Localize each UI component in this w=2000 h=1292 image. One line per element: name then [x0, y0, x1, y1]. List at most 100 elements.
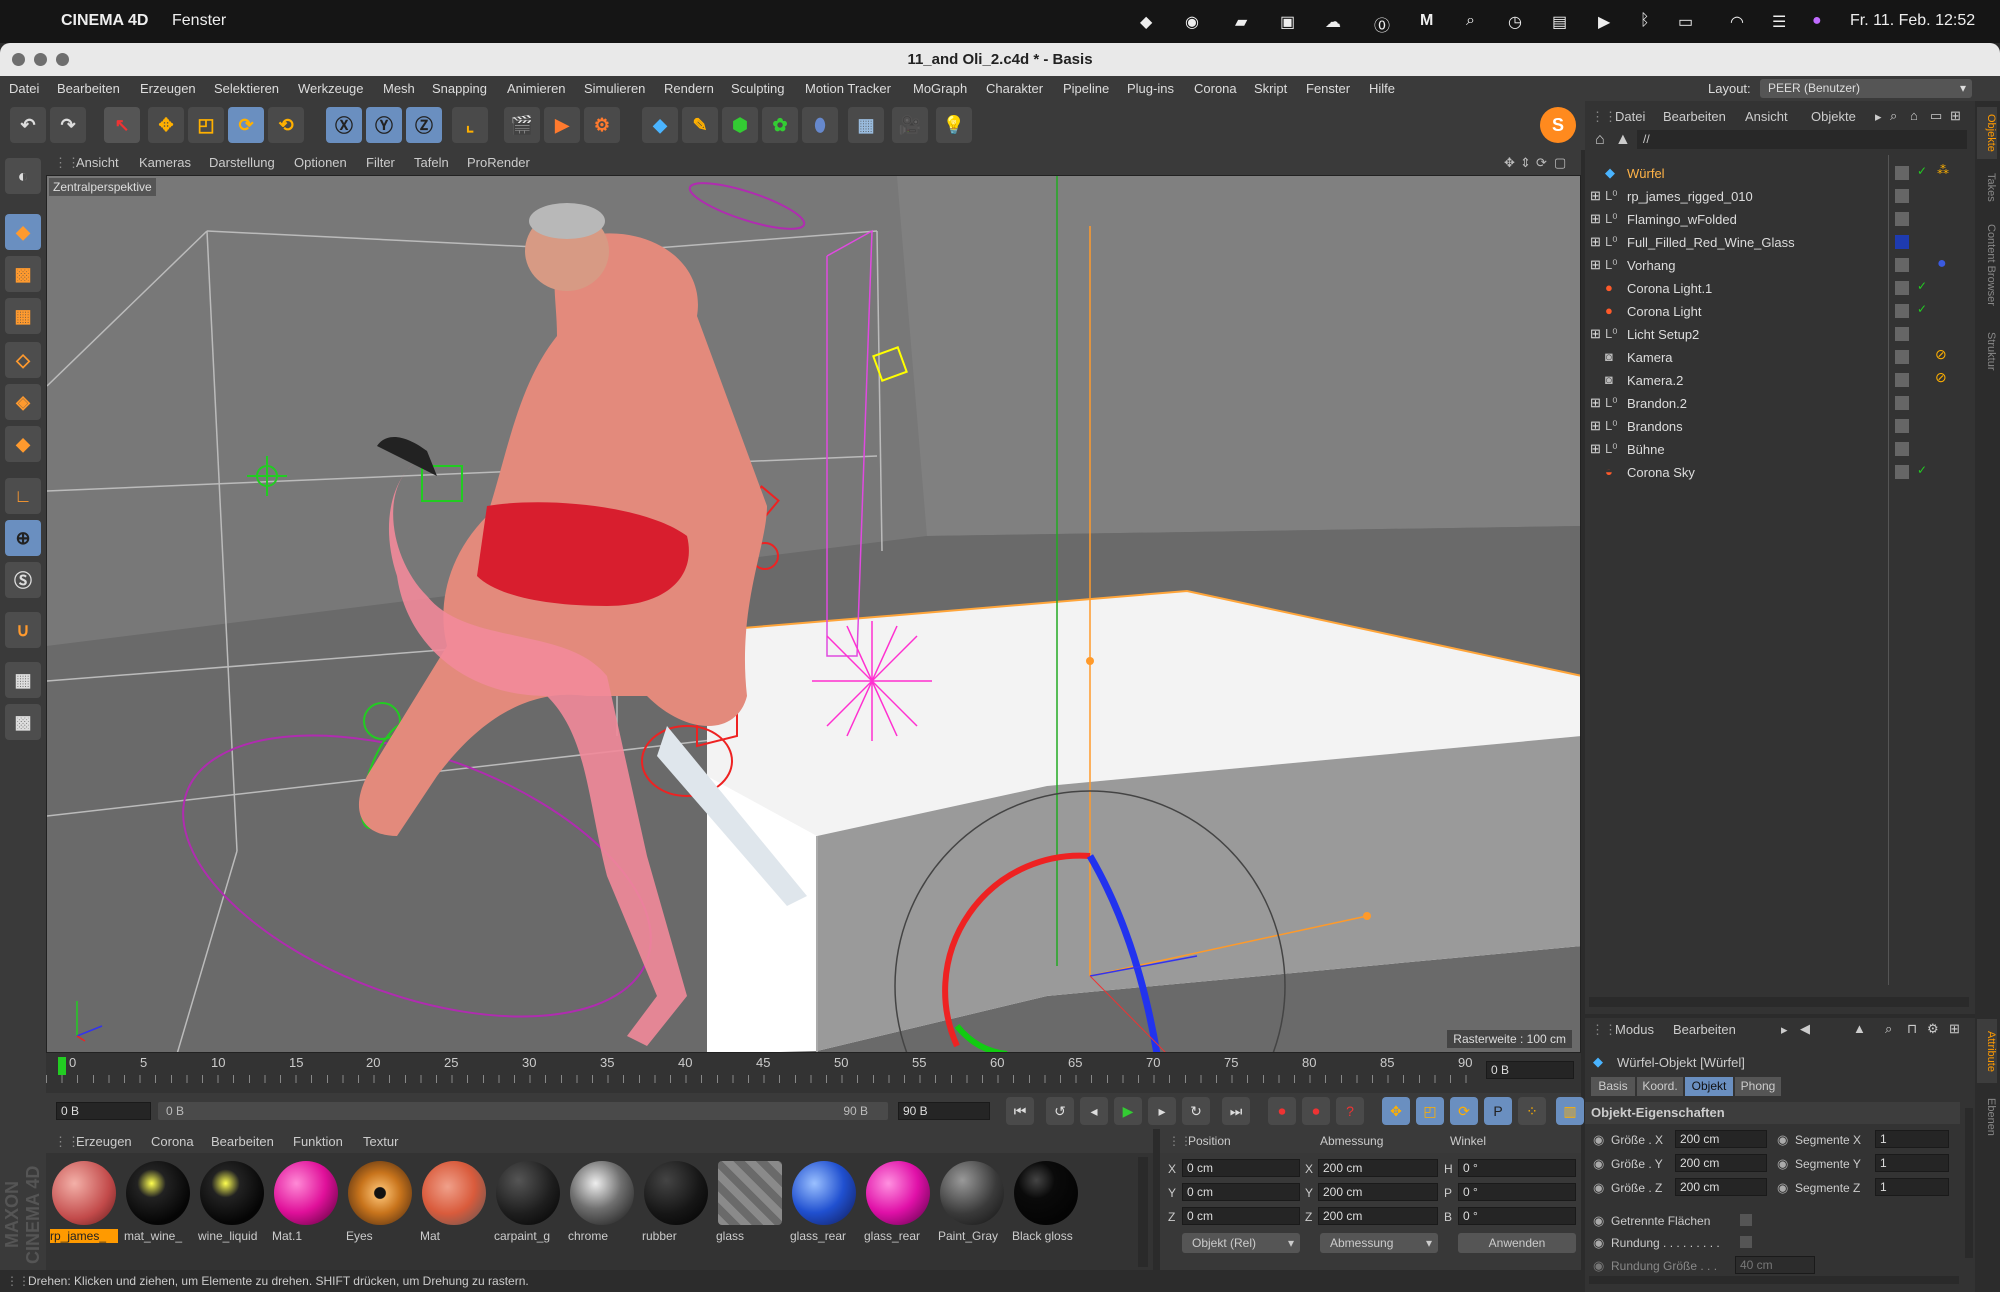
tab-attribute[interactable]: Attribute — [1977, 1019, 1997, 1083]
axis-mode-icon[interactable]: ∟ — [5, 478, 41, 514]
key-rotation-icon[interactable]: ⟳ — [1450, 1097, 1478, 1125]
up-arrow-icon[interactable]: ▲ — [1615, 131, 1631, 149]
radio-icon[interactable]: ◉ — [1593, 1132, 1604, 1148]
tab-objekte[interactable]: Objekte — [1977, 107, 1997, 159]
spline-pen-icon[interactable]: ✎ — [682, 107, 718, 143]
obj-menu-ansicht[interactable]: Ansicht — [1745, 109, 1788, 124]
snap-magnet-icon[interactable]: ∪ — [5, 612, 41, 648]
check-icon[interactable]: ✓ — [1917, 302, 1927, 316]
move-tool-button[interactable]: ✥ — [148, 107, 184, 143]
material-item[interactable]: Eyes — [346, 1159, 414, 1247]
layer-checkbox[interactable] — [1895, 212, 1909, 226]
search-icon[interactable]: ⌕ — [1466, 12, 1475, 30]
radio-icon[interactable]: ◉ — [1593, 1180, 1604, 1196]
layer-checkbox[interactable] — [1895, 419, 1909, 433]
status-icon[interactable]: M — [1420, 12, 1433, 30]
segments-y-attr[interactable]: 1 — [1875, 1154, 1949, 1172]
menu-fenster[interactable]: Fenster — [1306, 81, 1350, 96]
radio-icon[interactable]: ◉ — [1593, 1156, 1604, 1172]
battery-icon[interactable]: ▭ — [1678, 12, 1693, 32]
siri-icon[interactable]: ● — [1812, 12, 1822, 30]
layout-select[interactable]: PEER (Benutzer) ▾ — [1760, 79, 1972, 98]
prev-key-icon[interactable]: ↺ — [1046, 1097, 1074, 1125]
z-axis-button[interactable]: Ⓩ — [406, 107, 442, 143]
vp-menu-filter[interactable]: Filter — [366, 155, 395, 170]
rotation-b-field[interactable]: 0 ° — [1458, 1207, 1576, 1225]
undo-button[interactable]: ↶ — [10, 107, 46, 143]
record-icon[interactable]: ⏺ — [1268, 1097, 1296, 1125]
position-x-field[interactable]: 0 cm — [1182, 1159, 1300, 1177]
filter-icon[interactable]: ▭ — [1930, 108, 1942, 124]
lock-workplane-icon[interactable]: ▦ — [5, 662, 41, 698]
object-row[interactable]: ◒ Corona Sky — [1585, 461, 1890, 484]
material-item[interactable]: wine_liquid — [198, 1159, 266, 1247]
menu-bearbeiten[interactable]: Bearbeiten — [57, 81, 120, 96]
layer-checkbox[interactable] — [1895, 258, 1909, 272]
current-frame-field[interactable]: 0 B — [1486, 1061, 1574, 1079]
time-machine-icon[interactable]: ◷ — [1508, 12, 1522, 32]
object-row[interactable]: ● Corona Light.1 — [1585, 277, 1890, 300]
object-row[interactable]: ⊞ L⁰ Vorhang — [1585, 254, 1890, 277]
tag-icon[interactable]: ⁂ — [1937, 163, 1949, 177]
radio-icon[interactable]: ◉ — [1777, 1156, 1788, 1172]
keyframe-selection-icon[interactable]: ? — [1336, 1097, 1364, 1125]
menu-selektieren[interactable]: Selektieren — [214, 81, 279, 96]
clock[interactable]: Fr. 11. Feb. 12:52 — [1850, 12, 1975, 30]
status-icon[interactable]: ▣ — [1280, 12, 1295, 32]
key-scale-icon[interactable]: ◰ — [1416, 1097, 1444, 1125]
material-scrollbar[interactable] — [1138, 1157, 1148, 1267]
position-z-field[interactable]: 0 cm — [1182, 1207, 1300, 1225]
play-icon[interactable]: ▶ — [1598, 12, 1610, 32]
check-icon[interactable]: ✓ — [1917, 463, 1927, 477]
tab-takes[interactable]: Takes — [1977, 167, 1997, 207]
radio-icon[interactable]: ◉ — [1777, 1180, 1788, 1196]
status-icon[interactable]: ▰ — [1235, 12, 1247, 32]
lock-icon[interactable]: ⊓ — [1907, 1021, 1917, 1037]
material-item[interactable]: Paint_Gray — [938, 1159, 1006, 1247]
expand-icon[interactable]: ⊞ — [1590, 326, 1601, 342]
tab-content-browser[interactable]: Content Browser — [1977, 215, 1997, 315]
3d-viewport[interactable]: Zentralperspektive Rasterweite : 100 cm — [46, 175, 1581, 1053]
cloner-icon[interactable]: ✿ — [762, 107, 798, 143]
vp-menu-tafeln[interactable]: Tafeln — [414, 155, 449, 170]
redo-button[interactable]: ↷ — [50, 107, 86, 143]
object-row[interactable]: ● Corona Light — [1585, 300, 1890, 323]
texture-mode-icon[interactable]: ▩ — [5, 256, 41, 292]
material-item[interactable]: Mat — [420, 1159, 488, 1247]
new-panel-icon[interactable]: ⊞ — [1950, 108, 1961, 124]
layer-checkbox[interactable] — [1895, 189, 1909, 203]
vp-menu-prorender[interactable]: ProRender — [467, 155, 530, 170]
object-row[interactable]: ⊞ L⁰ Brandons — [1585, 415, 1890, 438]
material-item[interactable]: chrome — [568, 1159, 636, 1247]
vp-menu-optionen[interactable]: Optionen — [294, 155, 347, 170]
light-bulb-icon[interactable]: 💡 — [936, 107, 972, 143]
obj-menu-bearbeiten[interactable]: Bearbeiten — [1663, 109, 1726, 124]
workplane-icon[interactable]: ▦ — [5, 298, 41, 334]
expand-icon[interactable]: ⊞ — [1590, 257, 1601, 273]
layer-checkbox[interactable] — [1895, 373, 1909, 387]
playhead[interactable] — [58, 1057, 66, 1075]
coordinate-system-button[interactable]: ⌞ — [452, 107, 488, 143]
chevron-right-icon[interactable]: ▸ — [1781, 1022, 1788, 1038]
scale-tool-button[interactable]: ◰ — [188, 107, 224, 143]
expand-icon[interactable]: ⊞ — [1590, 234, 1601, 250]
menu-animieren[interactable]: Animieren — [507, 81, 566, 96]
vp-menu-darstellung[interactable]: Darstellung — [209, 155, 275, 170]
search-icon[interactable]: ⌕ — [1885, 1021, 1892, 1037]
object-row[interactable]: ◙ Kamera — [1585, 346, 1890, 369]
fillet-checkbox[interactable] — [1740, 1236, 1752, 1248]
material-item[interactable]: glass — [716, 1159, 784, 1247]
protection-tag-icon[interactable]: ⊘ — [1935, 346, 1947, 363]
tab-ebenen[interactable]: Ebenen — [1977, 1091, 1997, 1143]
range-slider[interactable]: 0 B 90 B — [158, 1102, 888, 1120]
key-position-icon[interactable]: ✥ — [1382, 1097, 1410, 1125]
prev-frame-icon[interactable]: ◂ — [1080, 1097, 1108, 1125]
control-center-icon[interactable]: ☰ — [1772, 12, 1786, 32]
layer-checkbox[interactable] — [1895, 350, 1909, 364]
check-icon[interactable]: ✓ — [1917, 279, 1927, 293]
home-icon[interactable]: ⌂ — [1910, 108, 1918, 123]
tab-basis[interactable]: Basis — [1591, 1077, 1635, 1096]
object-hscrollbar[interactable] — [1589, 997, 1969, 1007]
mat-menu-funktion[interactable]: Funktion — [293, 1134, 343, 1149]
x-axis-button[interactable]: Ⓧ — [326, 107, 362, 143]
